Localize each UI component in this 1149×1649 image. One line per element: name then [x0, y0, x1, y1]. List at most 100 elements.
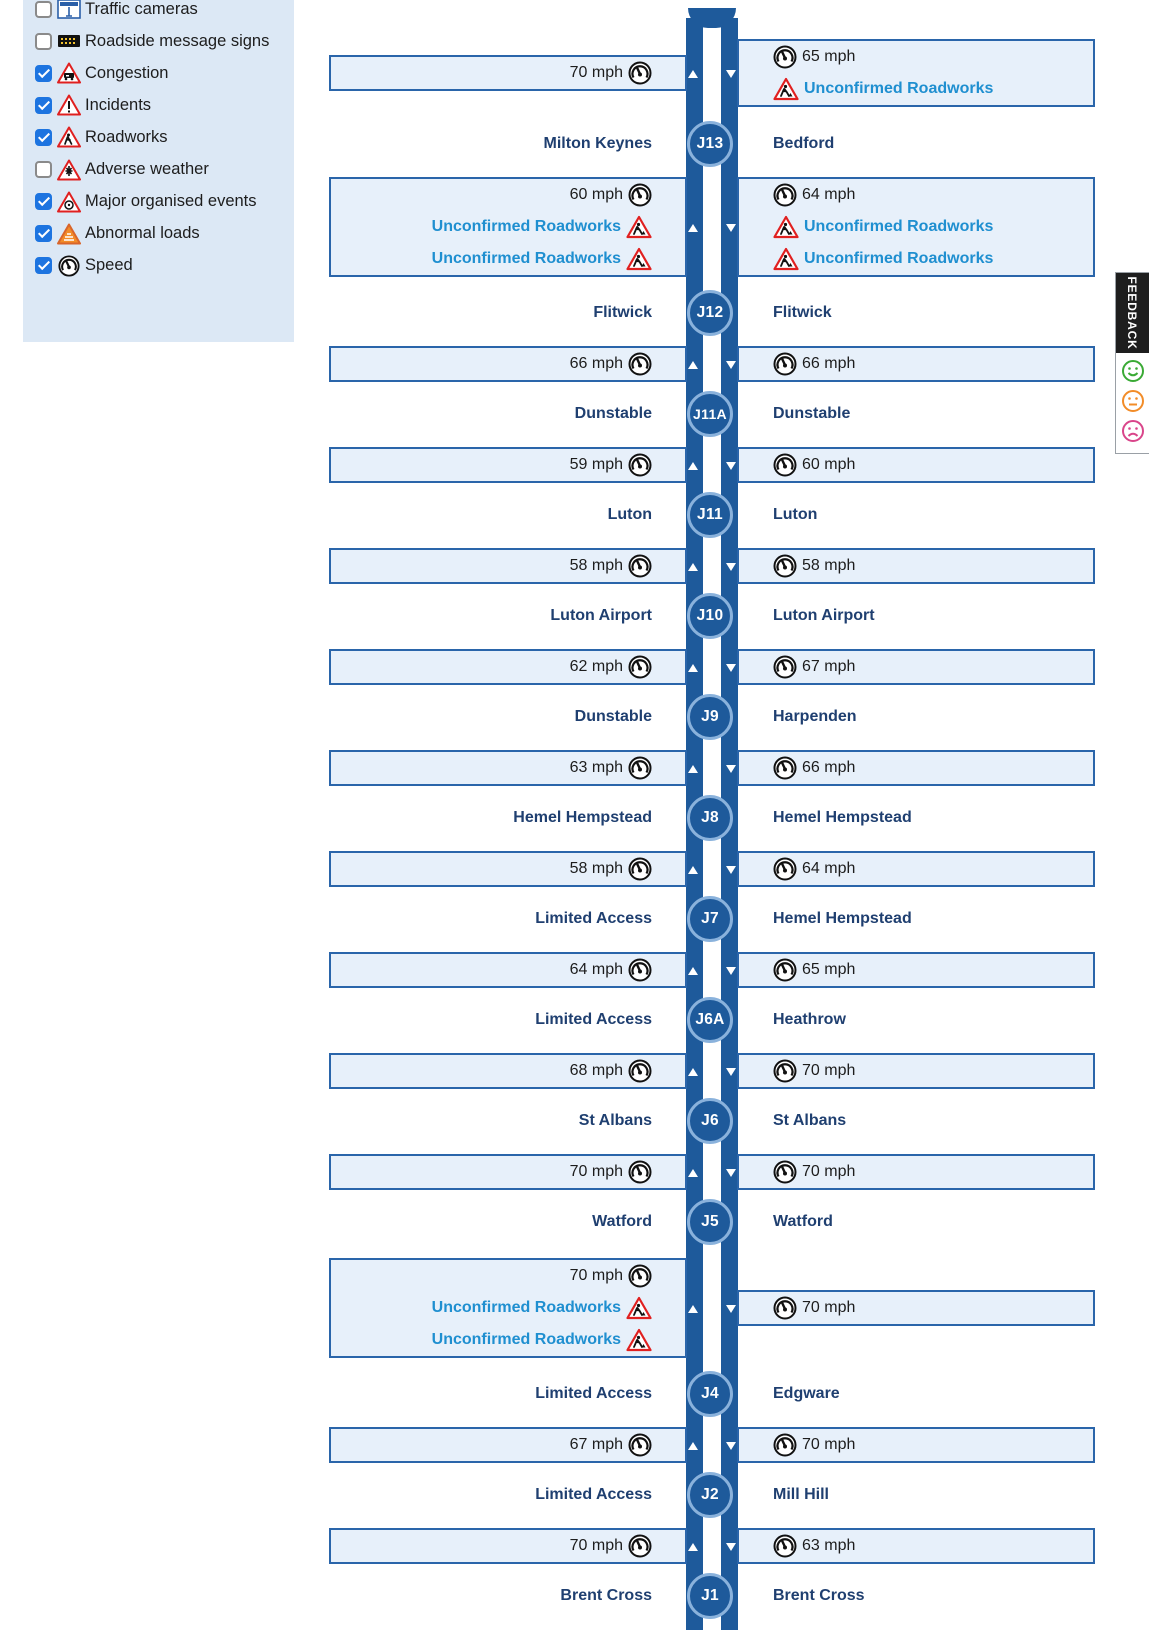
roadworks-icon [57, 126, 81, 148]
sad-face-icon[interactable] [1121, 419, 1145, 443]
southbound-arrow-icon [726, 1305, 736, 1313]
filter-congestion[interactable]: Congestion [35, 61, 168, 85]
roadworks-event-link[interactable]: Unconfirmed Roadworks [432, 250, 621, 268]
northbound-arrow-icon [688, 967, 698, 975]
filter-checkbox[interactable] [35, 32, 52, 50]
southbound-arrow-icon [726, 664, 736, 672]
filter-checkbox[interactable] [35, 193, 52, 211]
junction-badge[interactable]: J7 [687, 896, 733, 942]
northbound-arrow-icon [688, 866, 698, 874]
filter-checkbox[interactable] [35, 257, 52, 275]
speed-icon [628, 61, 652, 85]
left-speed-line: 66 mph [570, 352, 652, 376]
neutral-face-icon[interactable] [1121, 389, 1145, 413]
speed-icon [628, 352, 652, 376]
speed-icon [773, 183, 797, 207]
junction-badge[interactable]: J11A [687, 391, 733, 437]
filter-checkbox[interactable] [35, 64, 52, 82]
destination-northbound: Dunstable [574, 405, 652, 422]
abnormal-load-icon [57, 223, 81, 245]
filter-major-organised-events[interactable]: Major organised events [35, 190, 257, 214]
right-event-line[interactable]: Unconfirmed Roadworks [773, 77, 993, 101]
feedback-tab[interactable]: FEEDBACK [1115, 272, 1149, 454]
roadworks-event-link[interactable]: Unconfirmed Roadworks [432, 1331, 621, 1349]
right-event-line[interactable]: Unconfirmed Roadworks [773, 215, 993, 239]
feedback-label-box[interactable]: FEEDBACK [1116, 273, 1149, 353]
incident-icon [57, 94, 81, 116]
destination-southbound: Brent Cross [773, 1587, 865, 1604]
filter-label: Speed [85, 256, 133, 275]
northbound-arrow-icon [688, 361, 698, 369]
filter-checkbox[interactable] [35, 128, 52, 146]
speed-icon [628, 1059, 652, 1083]
destination-southbound: Hemel Hempstead [773, 910, 912, 927]
junction-badge[interactable]: J2 [687, 1472, 733, 1518]
speed-icon [773, 655, 797, 679]
left-event-line[interactable]: Unconfirmed Roadworks [432, 1328, 652, 1352]
northbound-arrow-icon [688, 224, 698, 232]
roadworks-event-link[interactable]: Unconfirmed Roadworks [432, 218, 621, 236]
junction-badge[interactable]: J12 [687, 290, 733, 336]
northbound-arrow-icon [688, 563, 698, 571]
southbound-arrow-icon [726, 462, 736, 470]
roadworks-icon [626, 247, 652, 271]
junction-badge[interactable]: J4 [687, 1371, 733, 1417]
roadworks-event-link[interactable]: Unconfirmed Roadworks [432, 1299, 621, 1317]
filter-incidents[interactable]: Incidents [35, 93, 151, 117]
right-speed-line: 66 mph [773, 352, 855, 376]
speed-value: 64 mph [802, 186, 856, 203]
filter-roadside-message-signs[interactable]: Roadside message signs [35, 29, 269, 53]
roadworks-event-link[interactable]: Unconfirmed Roadworks [804, 218, 993, 236]
filter-traffic-cameras[interactable]: Traffic cameras [35, 0, 198, 21]
left-speed-line: 58 mph [570, 554, 652, 578]
happy-face-icon[interactable] [1121, 359, 1145, 383]
speed-icon [628, 756, 652, 780]
right-event-line[interactable]: Unconfirmed Roadworks [773, 247, 993, 271]
speed-value: 68 mph [569, 1062, 623, 1079]
filter-roadworks[interactable]: Roadworks [35, 125, 168, 149]
major-event-icon [57, 191, 81, 213]
filter-adverse-weather[interactable]: Adverse weather [35, 158, 209, 182]
filter-checkbox[interactable] [35, 0, 52, 18]
right-speed-line: 65 mph [773, 45, 855, 69]
left-event-line[interactable]: Unconfirmed Roadworks [432, 1296, 652, 1320]
junction-badge[interactable]: J11 [687, 492, 733, 538]
speed-icon [58, 255, 80, 277]
northbound-arrow-icon [688, 70, 698, 78]
speed-icon [628, 1433, 652, 1457]
filter-checkbox[interactable] [35, 161, 52, 178]
adverse-weather-icon [57, 159, 81, 180]
speed-value: 70 mph [569, 1267, 623, 1284]
roadworks-event-link[interactable]: Unconfirmed Roadworks [804, 80, 993, 98]
filter-checkbox[interactable] [35, 225, 52, 243]
left-event-line[interactable]: Unconfirmed Roadworks [432, 247, 652, 271]
filter-abnormal-loads[interactable]: Abnormal loads [35, 222, 200, 246]
junction-badge[interactable]: J6A [687, 997, 733, 1043]
roadworks-event-link[interactable]: Unconfirmed Roadworks [804, 250, 993, 268]
speed-icon [628, 958, 652, 982]
southbound-arrow-icon [726, 1442, 736, 1450]
destination-northbound: Limited Access [535, 1385, 652, 1402]
filter-label: Incidents [85, 95, 152, 114]
filter-checkbox[interactable] [35, 96, 52, 114]
junction-badge[interactable]: J10 [687, 593, 733, 639]
speed-value: 70 mph [802, 1299, 856, 1316]
destination-northbound: St Albans [578, 1112, 652, 1129]
left-speed-line: 59 mph [570, 453, 652, 477]
right-speed-line: 66 mph [773, 756, 855, 780]
filter-speed[interactable]: Speed [35, 254, 133, 278]
junction-badge[interactable]: J6 [687, 1098, 733, 1144]
junction-badge[interactable]: J1 [687, 1573, 733, 1619]
northbound-arrow-icon [688, 765, 698, 773]
destination-northbound: Watford [592, 1213, 652, 1230]
southbound-arrow-icon [726, 361, 736, 369]
filter-label: Traffic cameras [85, 0, 198, 18]
speed-icon [773, 1059, 797, 1083]
junction-badge[interactable]: J9 [687, 694, 733, 740]
junction-badge[interactable]: J5 [687, 1199, 733, 1245]
junction-badge[interactable]: J8 [687, 795, 733, 841]
left-event-line[interactable]: Unconfirmed Roadworks [432, 215, 652, 239]
southbound-arrow-icon [726, 765, 736, 773]
junction-badge[interactable]: J13 [687, 121, 733, 167]
destination-northbound: Limited Access [535, 1011, 652, 1028]
